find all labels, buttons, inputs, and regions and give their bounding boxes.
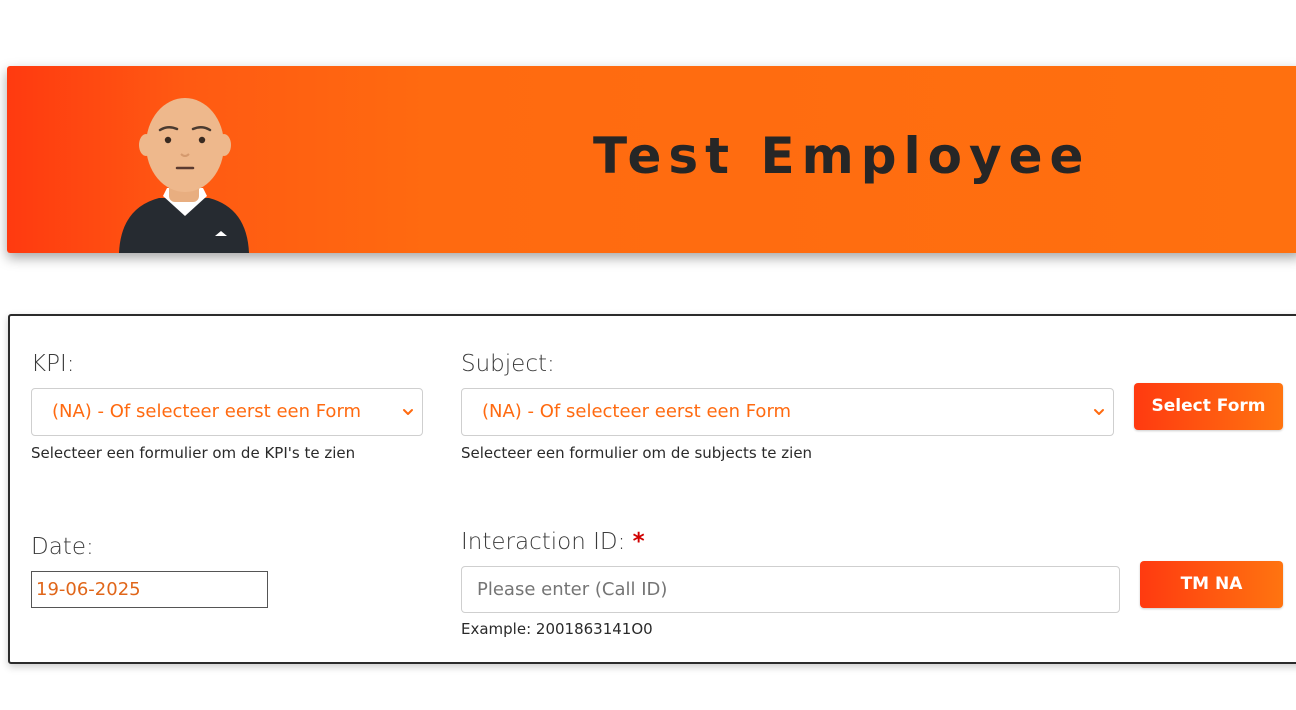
subject-select[interactable]: (NA) - Of selecteer eerst een Form — [461, 388, 1114, 436]
required-marker: * — [632, 529, 645, 555]
date-label: Date: — [31, 534, 94, 560]
employee-name-title: Test Employee — [593, 127, 1091, 185]
kpi-help-text: Selecteer een formulier om de KPI's te z… — [31, 444, 356, 462]
subject-help-text: Selecteer een formulier om de subjects t… — [461, 444, 813, 462]
form-selection-card: KPI: (NA) - Of selecteer eerst een Form … — [8, 314, 1296, 664]
employee-avatar — [119, 98, 249, 253]
interaction-id-label-text: Interaction ID: — [461, 529, 626, 555]
kpi-label: KPI: — [31, 351, 75, 377]
interaction-id-input[interactable] — [461, 566, 1120, 613]
subject-label: Subject: — [461, 351, 555, 377]
interaction-id-example: Example: 2001863141O0 — [461, 620, 653, 638]
tm-na-button[interactable]: TM NA — [1140, 561, 1283, 608]
interaction-id-label: Interaction ID: * — [461, 528, 645, 556]
date-input[interactable]: 19-06-2025 — [31, 571, 268, 608]
employee-header-banner: Test Employee — [7, 66, 1296, 253]
chevron-down-icon — [1094, 409, 1104, 415]
kpi-select-value: (NA) - Of selecteer eerst een Form — [52, 401, 362, 422]
subject-select-value: (NA) - Of selecteer eerst een Form — [482, 401, 792, 422]
select-form-button[interactable]: Select Form — [1134, 383, 1283, 430]
chevron-down-icon — [403, 409, 413, 415]
kpi-select[interactable]: (NA) - Of selecteer eerst een Form — [31, 388, 423, 436]
